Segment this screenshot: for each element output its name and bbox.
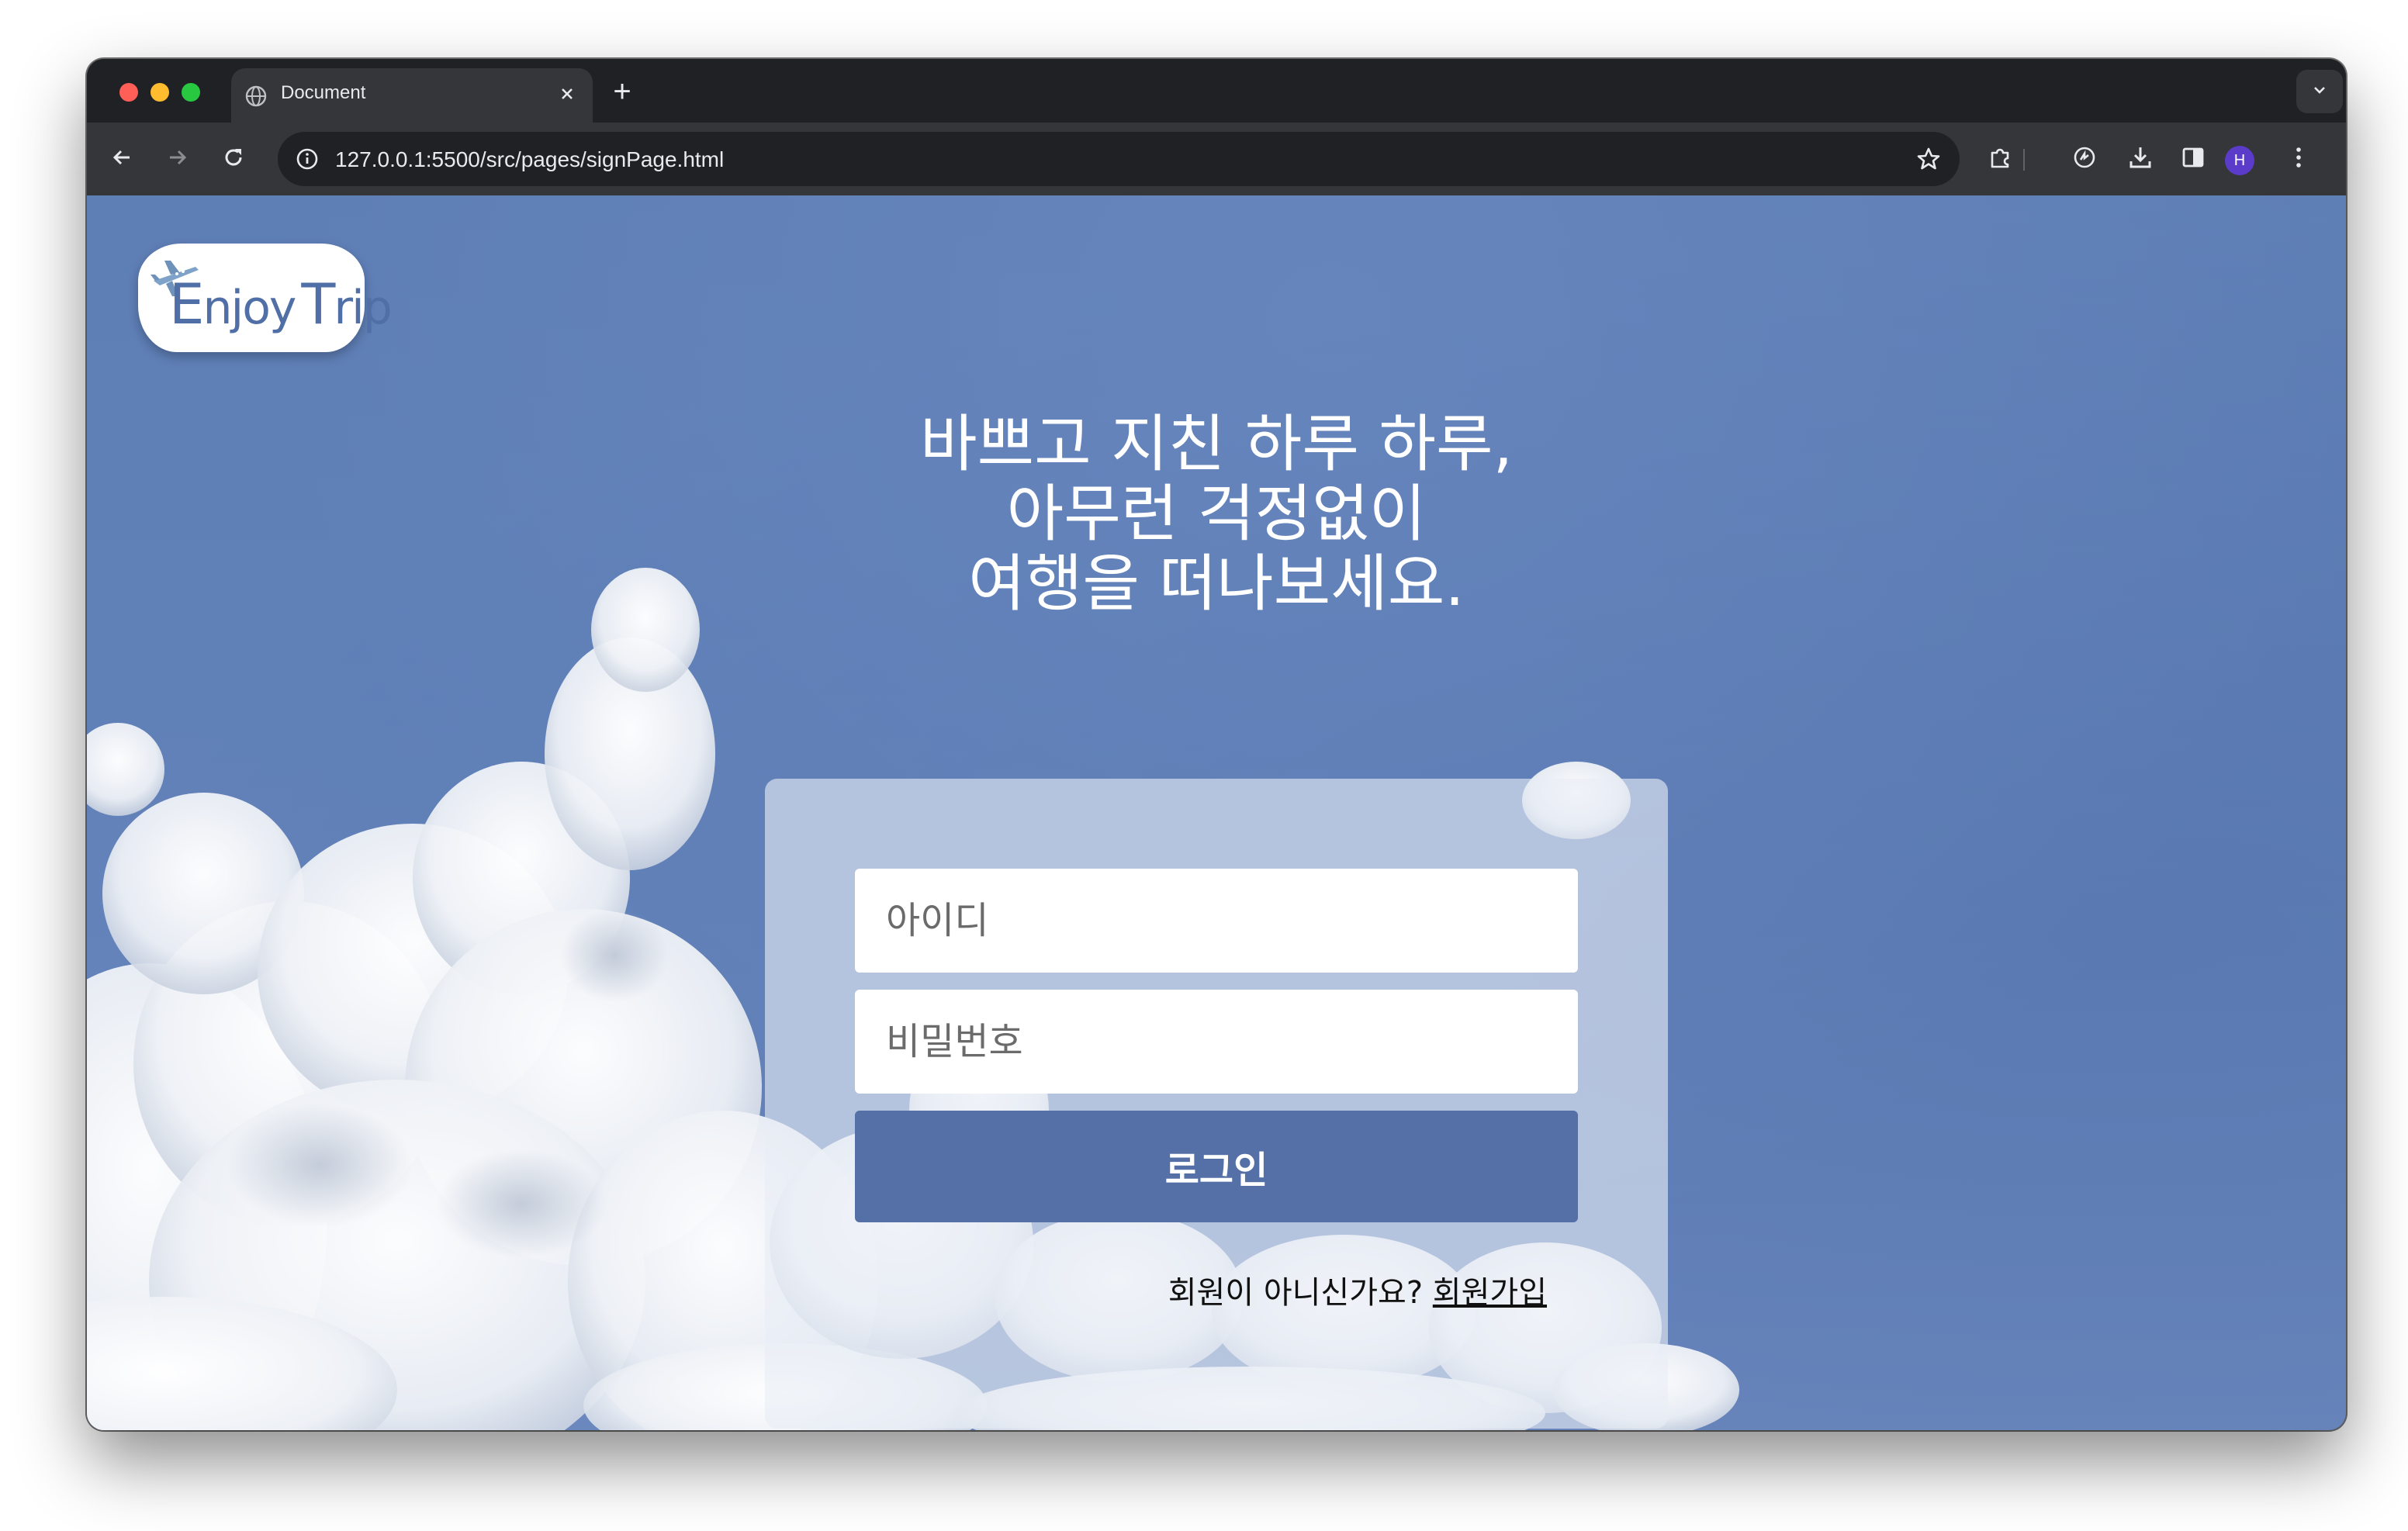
side-panel-button[interactable]	[2175, 141, 2211, 177]
hero-headline: 바쁘고 지친 하루 하루, 아무런 걱정없이 여행을 떠나보세요.	[596, 410, 1837, 619]
refresh-extension-icon	[2071, 144, 2098, 175]
signup-link[interactable]: 회원가입	[1433, 1275, 1547, 1311]
forward-button[interactable]	[160, 141, 195, 177]
password-input[interactable]	[855, 990, 1578, 1094]
downloads-button[interactable]	[2123, 141, 2158, 177]
minimize-window-button[interactable]	[150, 83, 169, 102]
profile-avatar[interactable]: H	[2225, 146, 2254, 175]
headline-line-2: 아무런 걱정없이	[1006, 478, 1427, 550]
new-tab-button[interactable]: +	[605, 76, 639, 110]
extension-button[interactable]	[2067, 141, 2102, 177]
reload-button[interactable]	[216, 141, 251, 177]
globe-icon	[245, 85, 267, 107]
bookmark-star-icon[interactable]	[1910, 140, 1947, 178]
toolbar-divider	[2023, 149, 2025, 171]
tab-document[interactable]: Document	[231, 68, 593, 123]
more-vertical-icon	[2294, 145, 2303, 174]
puzzle-icon	[1988, 144, 2014, 175]
logo-text: Enjoy Trip	[169, 271, 393, 337]
extensions-button[interactable]	[1983, 141, 2019, 177]
id-input[interactable]	[855, 869, 1578, 973]
arrow-right-icon	[165, 145, 190, 174]
address-bar[interactable]: 127.0.0.1:5500/src/pages/signPage.html	[278, 132, 1960, 186]
close-window-button[interactable]	[119, 83, 138, 102]
tab-strip: Document +	[87, 59, 2346, 123]
url-text: 127.0.0.1:5500/src/pages/signPage.html	[335, 147, 725, 171]
browser-window: Document + 127.0.0.1:5500/src/pages/sign…	[87, 59, 2346, 1430]
tab-search-button[interactable]	[2296, 70, 2343, 113]
tab-title: Document	[281, 82, 366, 103]
login-card: 로그인 회원이 아니신가요? 회원가입	[765, 779, 1668, 1429]
close-icon[interactable]	[555, 82, 579, 105]
side-panel-icon	[2181, 145, 2206, 174]
maximize-window-button[interactable]	[182, 83, 200, 102]
login-button[interactable]: 로그인	[855, 1111, 1578, 1222]
headline-line-3: 여행을 떠나보세요.	[968, 548, 1465, 620]
signup-prompt-text: 회원이 아니신가요?	[1168, 1275, 1424, 1311]
back-button[interactable]	[104, 141, 140, 177]
menu-button[interactable]	[2281, 141, 2316, 177]
signup-prompt-row: 회원이 아니신가요? 회원가입	[1168, 1267, 1547, 1312]
info-icon[interactable]	[289, 140, 326, 178]
page-viewport: Enjoy Trip 바쁘고 지친 하루 하루, 아무런 걱정없이 여행을 떠나보…	[87, 195, 2346, 1430]
chevron-down-icon	[2310, 81, 2329, 103]
reload-icon	[221, 145, 246, 174]
download-icon	[2127, 144, 2154, 175]
arrow-left-icon	[109, 145, 134, 174]
enjoytrip-logo[interactable]: Enjoy Trip	[138, 244, 393, 352]
browser-toolbar: 127.0.0.1:5500/src/pages/signPage.html H	[87, 123, 2346, 195]
headline-line-1: 바쁘고 지친 하루 하루,	[919, 408, 1514, 480]
